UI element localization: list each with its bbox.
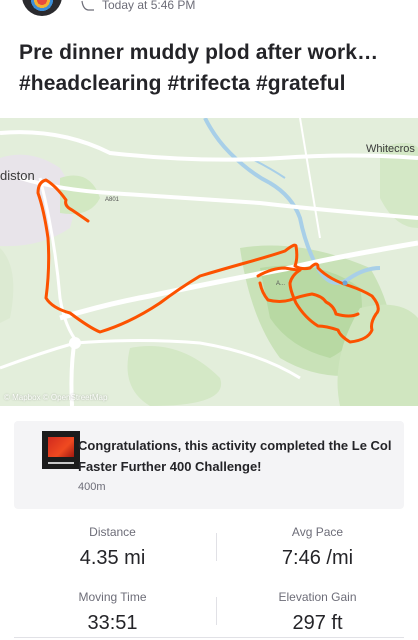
athlete-avatar[interactable]: [22, 0, 62, 16]
stat-pace-label: Avg Pace: [291, 525, 344, 539]
challenge-badge-icon: [42, 431, 80, 469]
route-map[interactable]: diston Whitecros A801 A... © Mapbox © Op…: [0, 118, 418, 406]
activity-timestamp: Today at 5:46 PM: [102, 0, 196, 12]
challenge-card[interactable]: Congratulations, this activity completed…: [14, 421, 404, 509]
map-label-town-left: diston: [0, 168, 35, 183]
stat-elevation-value: 297 ft: [292, 612, 343, 634]
stat-moving-time-label: Moving Time: [78, 590, 147, 604]
map-label-road-a801: A801: [105, 197, 120, 203]
challenge-distance: 400m: [78, 481, 106, 493]
stat-elevation-label: Elevation Gain: [278, 590, 357, 604]
stat-distance-value: 4.35 mi: [79, 547, 146, 569]
stat-distance-label: Distance: [89, 525, 136, 539]
stat-moving-time: Moving Time 33:51: [8, 590, 217, 635]
map-label-town-right: Whitecros: [366, 143, 415, 155]
map-attribution[interactable]: © Mapbox © OpenStreetMap: [4, 393, 107, 402]
bottom-divider: [14, 637, 404, 638]
stat-pace-value: 7:46 /mi: [281, 547, 354, 569]
stat-moving-time-value: 33:51: [87, 612, 138, 634]
stat-elevation: Elevation Gain 297 ft: [213, 590, 418, 635]
map-label-road: A...: [276, 281, 285, 287]
challenge-message: Congratulations, this activity completed…: [78, 438, 392, 474]
activity-stats: Distance 4.35 mi Avg Pace 7:46 /mi Movin…: [0, 515, 418, 640]
map-canvas: diston Whitecros A801 A...: [0, 118, 418, 406]
activity-header: Today at 5:46 PM: [0, 0, 418, 20]
device-watch-icon: [81, 0, 94, 11]
activity-title[interactable]: Pre dinner muddy plod after work… #headc…: [19, 37, 399, 99]
stat-distance: Distance 4.35 mi: [8, 525, 217, 570]
stat-pace: Avg Pace 7:46 /mi: [213, 525, 418, 570]
